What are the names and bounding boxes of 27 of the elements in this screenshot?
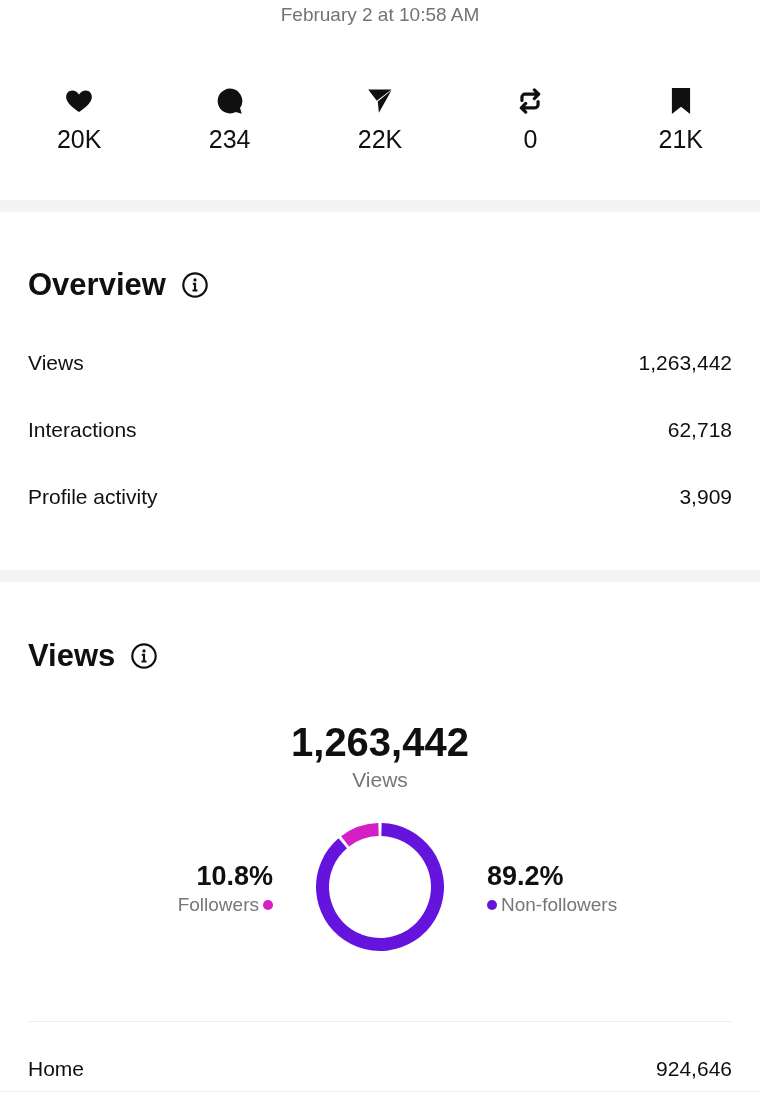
metric-label: Profile activity: [28, 483, 158, 510]
stat-count: 22K: [357, 124, 403, 154]
stat-count: 0: [523, 124, 538, 154]
source-value: 924,646: [656, 1055, 732, 1082]
total-views-label: Views: [352, 767, 408, 793]
legend-percent: 89.2%: [487, 860, 564, 892]
metric-value: 3,909: [679, 483, 732, 510]
stat-count: 21K: [658, 124, 704, 154]
total-views-number: 1,263,442: [291, 719, 469, 766]
speech-bubble-icon: [216, 88, 243, 114]
stat-count: 20K: [56, 124, 102, 154]
source-label: Home: [28, 1055, 85, 1082]
metric-value: 62,718: [667, 416, 732, 443]
post-timestamp: February 2 at 10:58 AM: [280, 3, 480, 27]
paper-plane-icon: [367, 88, 393, 114]
legend-label: Non-followers: [501, 893, 618, 917]
legend-percent: 10.8%: [196, 860, 273, 892]
info-icon[interactable]: [131, 643, 158, 669]
heart-icon: [66, 88, 93, 114]
info-icon[interactable]: [181, 272, 208, 298]
section-heading: Views: [28, 637, 116, 675]
stat-count: 234: [208, 124, 251, 154]
section-heading: Overview: [28, 266, 166, 304]
metric-label: Interactions: [28, 416, 137, 443]
metric-value: 1,263,442: [638, 349, 732, 376]
metric-label: Views: [28, 349, 84, 376]
legend-label: Followers: [177, 893, 259, 917]
